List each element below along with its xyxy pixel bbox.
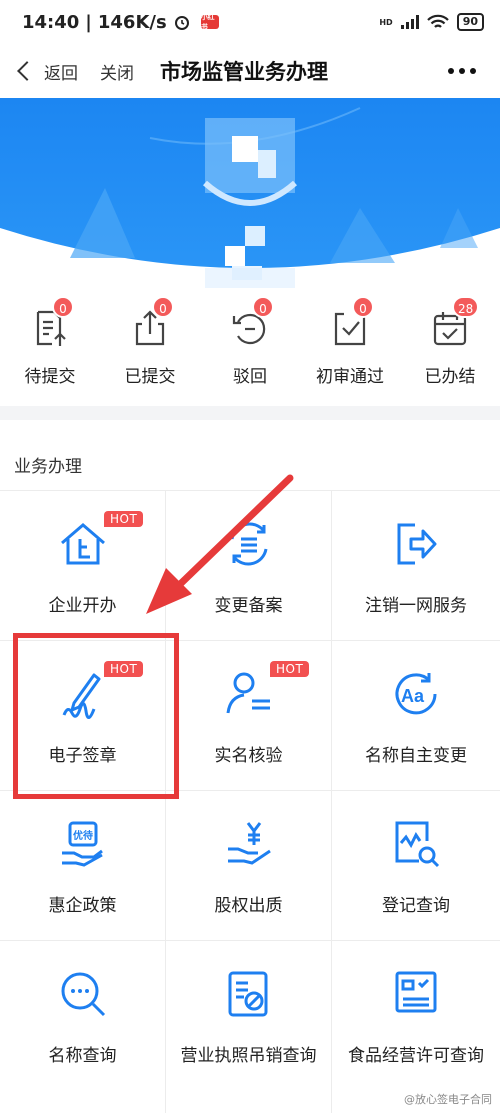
more-menu-icon[interactable] [448, 68, 476, 74]
status-count-badge: 0 [52, 296, 74, 318]
wifi-icon [426, 14, 449, 28]
user-verify-icon [226, 672, 270, 714]
service-name-query[interactable]: 名称查询 [0, 940, 166, 1113]
battery-indicator: 90 [456, 13, 484, 31]
status-item-submitted[interactable]: 0 已提交 [100, 288, 200, 406]
yen-hand-icon [227, 822, 271, 865]
status-item-rejected[interactable]: 0 驳回 [200, 288, 300, 406]
service-label: 股权出质 [214, 896, 283, 916]
status-item-approved[interactable]: 0 初审通过 [300, 288, 400, 406]
service-label: 食品经营许可查询 [348, 1046, 484, 1066]
status-count-badge: 28 [452, 296, 480, 318]
status-label: 初审通过 [316, 367, 384, 387]
refresh-list-icon [230, 522, 267, 566]
service-name-change[interactable]: Aa 名称自主变更 [332, 640, 500, 790]
service-food-license-query[interactable]: 食品经营许可查询 [332, 940, 500, 1113]
highlight-box [13, 633, 179, 799]
status-count-badge: 0 [252, 296, 274, 318]
service-registration-query[interactable]: 登记查询 [332, 790, 500, 940]
text-aa-icon: Aa [395, 673, 437, 715]
status-count-badge: 0 [152, 296, 174, 318]
status-label: 已办结 [424, 367, 476, 387]
close-button[interactable]: 关闭 [100, 59, 134, 84]
alarm-icon [174, 16, 189, 30]
status-item-pending[interactable]: 0 待提交 [0, 288, 100, 406]
service-equity-pledge[interactable]: 股权出质 [166, 790, 332, 940]
back-button[interactable]: 返回 [14, 59, 78, 84]
service-label: 注销一网服务 [365, 596, 467, 616]
nav-bar: 返回 关闭 市场监管业务办理 [0, 44, 500, 98]
page-title: 市场监管业务办理 [160, 60, 328, 84]
license-cancel-icon [228, 971, 267, 1017]
status-item-completed[interactable]: 28 已办结 [400, 288, 500, 406]
house-icon [60, 523, 105, 565]
status-summary-row: 0 待提交 0 已提交 0 驳回 0 初审通过 28 已办结 [0, 288, 500, 406]
hot-badge: HOT [270, 661, 310, 677]
status-label: 已提交 [124, 367, 176, 387]
service-license-revocation-query[interactable]: 营业执照吊销查询 [166, 940, 332, 1113]
back-label: 返回 [44, 63, 78, 84]
service-label: 变更备案 [214, 596, 283, 616]
status-label: 待提交 [24, 367, 76, 387]
service-enterprise-policy[interactable]: 优待 惠企政策 [0, 790, 166, 940]
app-notification-icon: 小红书 [200, 13, 219, 31]
status-divider: | [85, 11, 92, 33]
service-label: 企业开办 [48, 596, 117, 616]
banner [0, 98, 500, 288]
signal-icon [400, 15, 419, 29]
search-dots-icon [61, 972, 105, 1017]
status-network-speed: 146K/s [97, 11, 167, 33]
service-label: 营业执照吊销查询 [180, 1046, 317, 1066]
section-title: 业务办理 [14, 457, 82, 477]
svg-text:Aa: Aa [401, 686, 425, 706]
banner-illustration [0, 98, 500, 288]
status-bar: 14:40 | 146K/s 小红书 HD 90 [0, 0, 500, 44]
status-label: 驳回 [233, 367, 267, 387]
watermark: @放心签电子合同 [404, 1093, 492, 1106]
service-enterprise-start[interactable]: 企业开办 HOT [0, 490, 166, 640]
service-change-filing[interactable]: 变更备案 [166, 490, 332, 640]
status-count-badge: 0 [352, 296, 374, 318]
document-search-icon [395, 821, 440, 868]
service-deregistration[interactable]: 注销一网服务 [332, 490, 500, 640]
svg-text:优待: 优待 [73, 829, 93, 842]
food-license-icon [395, 971, 437, 1013]
exit-icon [397, 523, 437, 565]
service-real-name-verify[interactable]: 实名核验 HOT [166, 640, 332, 790]
hot-badge: HOT [104, 511, 144, 527]
service-label: 名称查询 [48, 1046, 117, 1066]
status-time: 14:40 [22, 11, 80, 33]
service-label: 实名核验 [214, 746, 283, 766]
hd-label: HD [379, 17, 393, 27]
coupon-hand-icon: 优待 [61, 821, 103, 867]
service-label: 惠企政策 [48, 896, 117, 916]
service-label: 登记查询 [382, 896, 450, 916]
service-label: 名称自主变更 [365, 746, 467, 766]
chevron-left-icon [17, 61, 37, 81]
